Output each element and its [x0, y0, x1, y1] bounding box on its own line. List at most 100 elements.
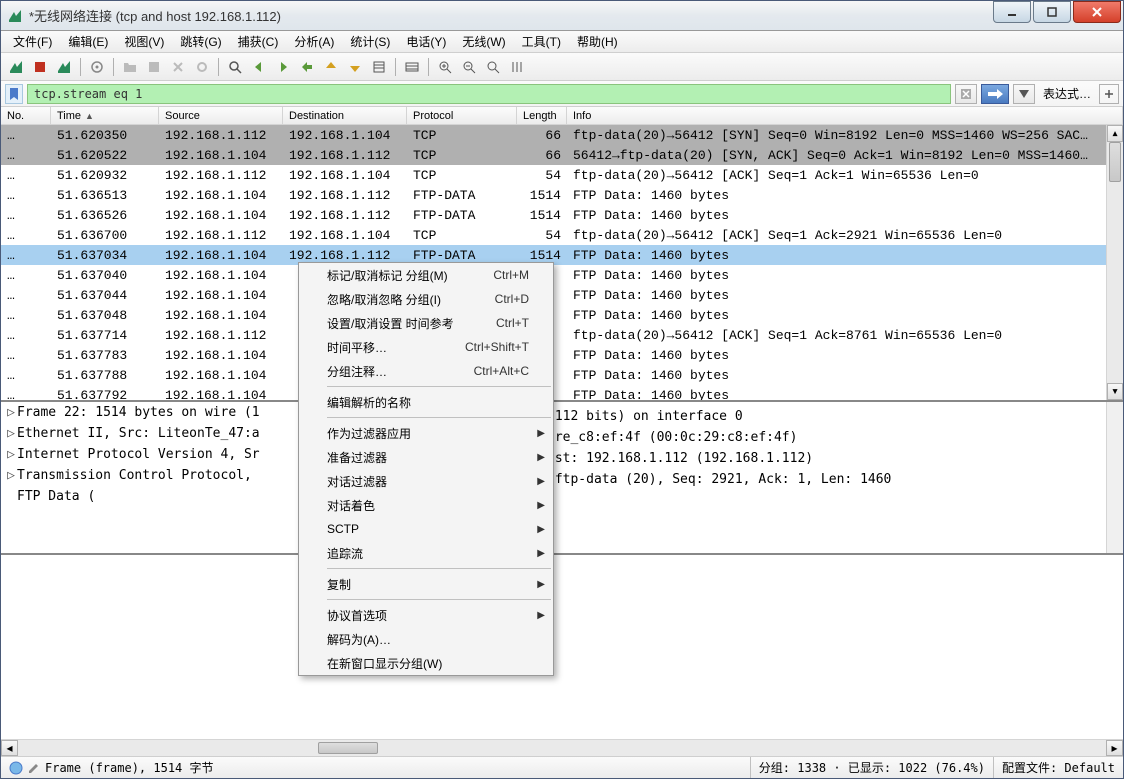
open-file-icon[interactable] — [119, 56, 141, 78]
packet-details-pane[interactable]: ▷Frame 22: 1514 bytes on wire (12112 bit… — [1, 402, 1123, 555]
packet-row[interactable]: …51.637044192.168.1.104FTP Data: 1460 by… — [1, 285, 1123, 305]
scroll-left-icon[interactable]: ◂ — [1, 740, 18, 756]
bytes-hscrollbar[interactable]: ◂ ▸ — [1, 739, 1123, 756]
zoom-out-icon[interactable] — [458, 56, 480, 78]
context-menu-item[interactable]: 标记/取消标记 分组(M)Ctrl+M — [299, 263, 553, 287]
close-file-icon[interactable] — [167, 56, 189, 78]
filter-add-icon[interactable] — [1099, 84, 1119, 104]
restart-capture-icon[interactable] — [53, 56, 75, 78]
packet-list-header[interactable]: No. Time▲ Source Destination Protocol Le… — [1, 107, 1123, 125]
context-menu-item[interactable]: 对话着色▶ — [299, 493, 553, 517]
context-menu-item[interactable]: 作为过滤器应用▶ — [299, 421, 553, 445]
status-expert-icon[interactable] — [9, 761, 23, 775]
reload-icon[interactable] — [191, 56, 213, 78]
go-to-icon[interactable] — [296, 56, 318, 78]
context-separator — [327, 386, 551, 387]
context-menu-item[interactable]: 准备过滤器▶ — [299, 445, 553, 469]
menu-item[interactable]: 视图(V) — [116, 31, 172, 52]
start-capture-icon[interactable] — [5, 56, 27, 78]
menu-item[interactable]: 无线(W) — [454, 31, 513, 52]
zoom-reset-icon[interactable] — [482, 56, 504, 78]
packet-row[interactable]: …51.636513192.168.1.104192.168.1.112FTP-… — [1, 185, 1123, 205]
packet-bytes-pane[interactable]: ◂ ▸ — [1, 555, 1123, 756]
packet-row[interactable]: …51.637792192.168.1.104FTP Data: 1460 by… — [1, 385, 1123, 400]
detail-line[interactable]: ▷Ethernet II, Src: LiteonTe_47:aare_c8:e… — [5, 425, 1119, 446]
context-menu-item[interactable]: 编辑解析的名称 — [299, 390, 553, 414]
packet-row[interactable]: …51.637034192.168.1.104192.168.1.112FTP-… — [1, 245, 1123, 265]
hscroll-thumb[interactable] — [318, 742, 378, 754]
menu-item[interactable]: 编辑(E) — [60, 31, 116, 52]
context-menu-item[interactable]: 协议首选项▶ — [299, 603, 553, 627]
context-menu-item[interactable]: 分组注释…Ctrl+Alt+C — [299, 359, 553, 383]
menu-item[interactable]: 帮助(H) — [569, 31, 626, 52]
packet-row[interactable]: …51.637048192.168.1.104FTP Data: 1460 by… — [1, 305, 1123, 325]
context-menu-item[interactable]: SCTP▶ — [299, 517, 553, 541]
col-header-destination[interactable]: Destination — [283, 107, 407, 124]
scroll-right-icon[interactable]: ▸ — [1106, 740, 1123, 756]
menu-item[interactable]: 统计(S) — [342, 31, 398, 52]
details-vscrollbar[interactable] — [1106, 402, 1123, 553]
go-last-icon[interactable] — [344, 56, 366, 78]
colorize-icon[interactable] — [401, 56, 423, 78]
maximize-button[interactable] — [1033, 1, 1071, 23]
filter-bookmark-icon[interactable] — [5, 84, 23, 104]
context-menu-item[interactable]: 忽略/取消忽略 分组(I)Ctrl+D — [299, 287, 553, 311]
context-menu-item[interactable]: 在新窗口显示分组(W) — [299, 651, 553, 675]
context-menu-item[interactable]: 复制▶ — [299, 572, 553, 596]
menu-item[interactable]: 跳转(G) — [172, 31, 229, 52]
detail-line[interactable]: ▷Transmission Control Protocol, ftp-data… — [5, 467, 1119, 488]
resize-columns-icon[interactable] — [506, 56, 528, 78]
menu-item[interactable]: 工具(T) — [514, 31, 569, 52]
packet-row[interactable]: …51.620932192.168.1.112192.168.1.104TCP5… — [1, 165, 1123, 185]
packet-row[interactable]: …51.637714192.168.1.112ftp-data(20)→5641… — [1, 325, 1123, 345]
find-icon[interactable] — [224, 56, 246, 78]
context-menu-item[interactable]: 设置/取消设置 时间参考Ctrl+T — [299, 311, 553, 335]
packet-rows[interactable]: …51.620350192.168.1.112192.168.1.104TCP6… — [1, 125, 1123, 400]
minimize-button[interactable] — [993, 1, 1031, 23]
save-file-icon[interactable] — [143, 56, 165, 78]
scroll-down-icon[interactable]: ▾ — [1107, 383, 1123, 400]
packet-row[interactable]: …51.636700192.168.1.112192.168.1.104TCP5… — [1, 225, 1123, 245]
col-header-protocol[interactable]: Protocol — [407, 107, 517, 124]
packet-row[interactable]: …51.637783192.168.1.104FTP Data: 1460 by… — [1, 345, 1123, 365]
packet-row[interactable]: …51.620522192.168.1.104192.168.1.112TCP6… — [1, 145, 1123, 165]
packet-row[interactable]: …51.636526192.168.1.104192.168.1.112FTP-… — [1, 205, 1123, 225]
menu-item[interactable]: 电话(Y) — [398, 31, 454, 52]
scroll-up-icon[interactable]: ▴ — [1107, 125, 1123, 142]
stop-capture-icon[interactable] — [29, 56, 51, 78]
col-header-length[interactable]: Length — [517, 107, 567, 124]
packet-row[interactable]: …51.637788192.168.1.104FTP Data: 1460 by… — [1, 365, 1123, 385]
context-menu-item[interactable]: 时间平移…Ctrl+Shift+T — [299, 335, 553, 359]
detail-line[interactable]: ▷Internet Protocol Version 4, SrDst: 192… — [5, 446, 1119, 467]
go-back-icon[interactable] — [248, 56, 270, 78]
options-icon[interactable] — [86, 56, 108, 78]
context-menu-item[interactable]: 解码为(A)… — [299, 627, 553, 651]
context-menu-item[interactable]: 对话过滤器▶ — [299, 469, 553, 493]
status-edit-icon[interactable] — [27, 761, 41, 775]
status-profile[interactable]: 配置文件: Default — [994, 757, 1123, 778]
col-header-source[interactable]: Source — [159, 107, 283, 124]
zoom-in-icon[interactable] — [434, 56, 456, 78]
col-header-no[interactable]: No. — [1, 107, 51, 124]
display-filter-input[interactable] — [27, 84, 951, 104]
packet-row[interactable]: …51.637040192.168.1.104FTP Data: 1460 by… — [1, 265, 1123, 285]
close-button[interactable] — [1073, 1, 1121, 23]
packet-row[interactable]: …51.620350192.168.1.112192.168.1.104TCP6… — [1, 125, 1123, 145]
filter-apply-icon[interactable] — [981, 84, 1009, 104]
detail-line[interactable]: FTP Data ( — [5, 488, 1119, 509]
detail-line[interactable]: ▷Frame 22: 1514 bytes on wire (12112 bit… — [5, 404, 1119, 425]
filter-recent-icon[interactable] — [1013, 84, 1035, 104]
filter-clear-icon[interactable] — [955, 84, 977, 104]
menu-item[interactable]: 捕获(C) — [230, 31, 287, 52]
context-menu-item[interactable]: 追踪流▶ — [299, 541, 553, 565]
col-header-time[interactable]: Time▲ — [51, 107, 159, 124]
go-forward-icon[interactable] — [272, 56, 294, 78]
menu-item[interactable]: 文件(F) — [5, 31, 60, 52]
expression-label[interactable]: 表达式… — [1039, 85, 1095, 102]
scroll-thumb[interactable] — [1109, 142, 1121, 182]
go-first-icon[interactable] — [320, 56, 342, 78]
col-header-info[interactable]: Info — [567, 107, 1123, 124]
packet-vscrollbar[interactable]: ▴ ▾ — [1106, 125, 1123, 400]
auto-scroll-icon[interactable] — [368, 56, 390, 78]
menu-item[interactable]: 分析(A) — [286, 31, 342, 52]
